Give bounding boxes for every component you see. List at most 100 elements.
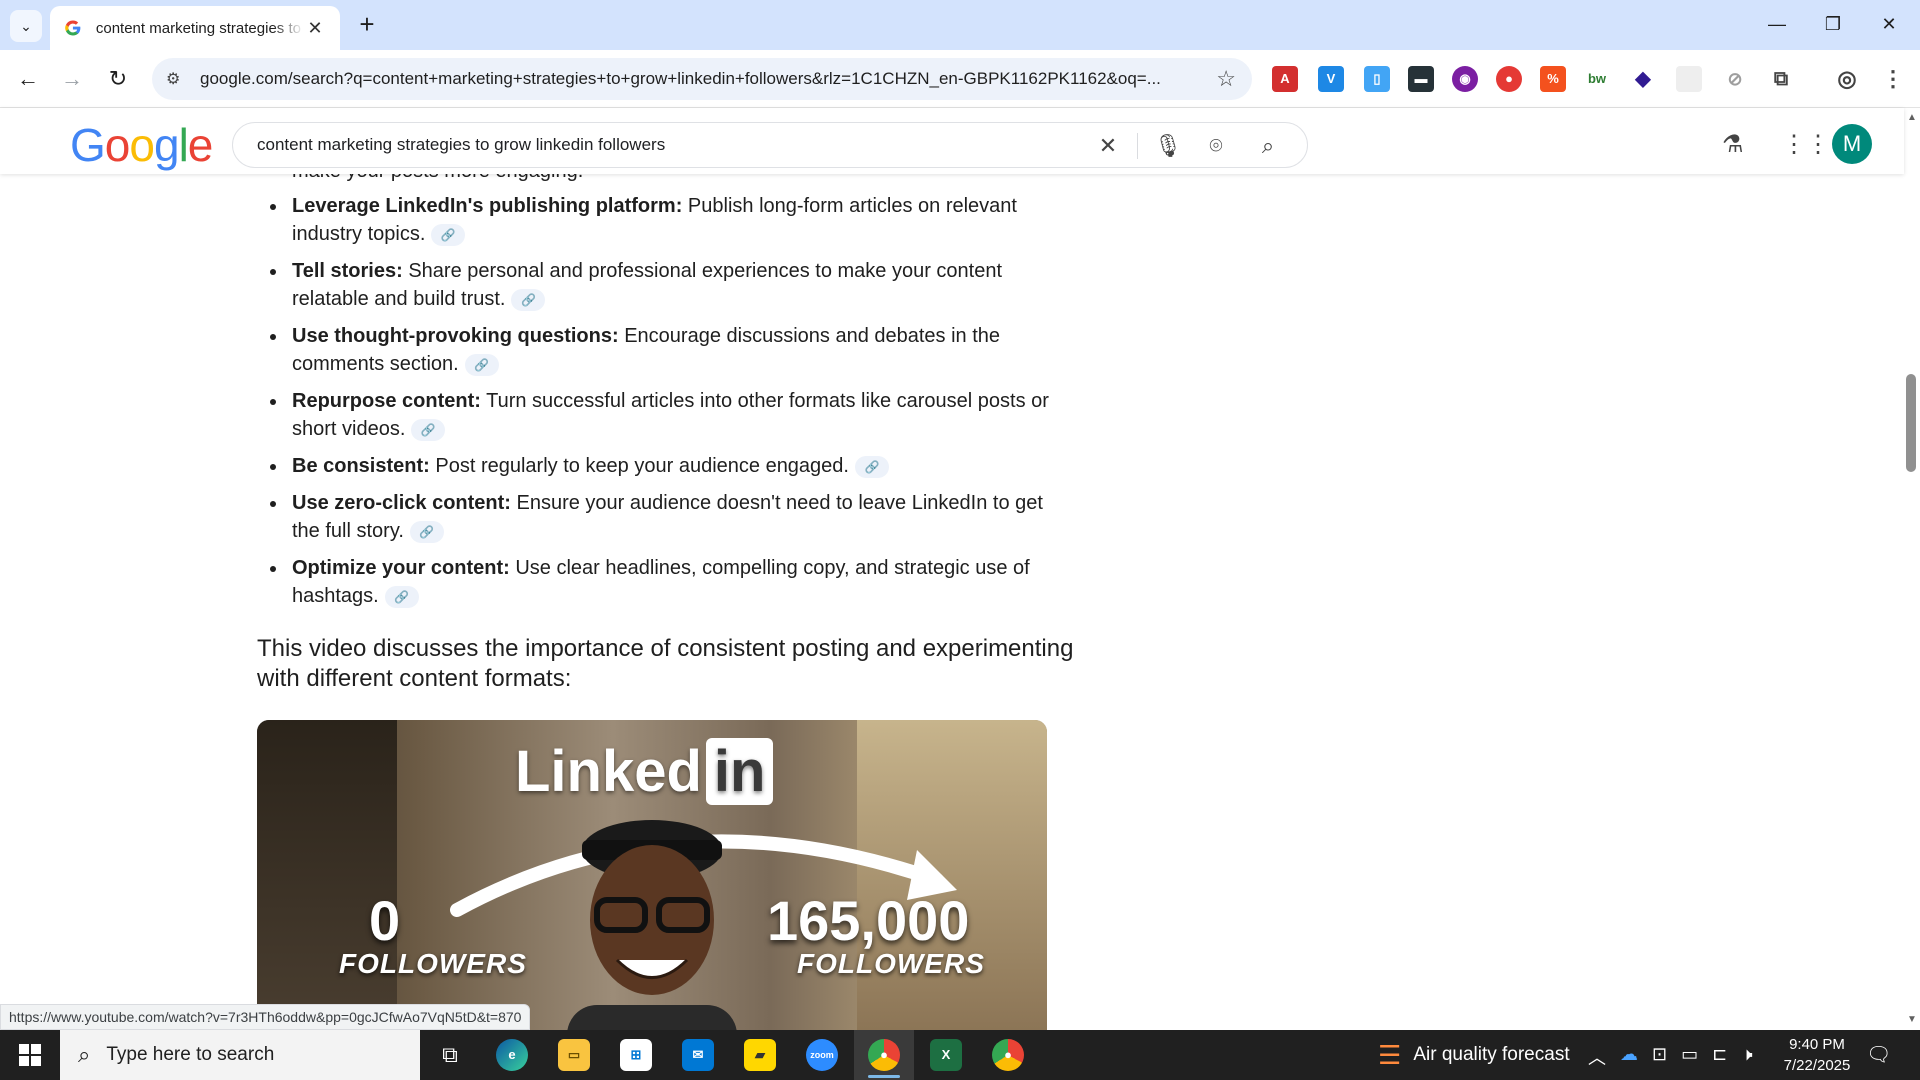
security-icon[interactable]: ⊡ [1652,1044,1667,1070]
taskbar-chrome-active[interactable]: ● [854,1030,914,1080]
labs-flask-icon[interactable]: ⚗ [1722,130,1744,159]
search-results-content: make your posts more engaging. Leverage … [0,174,1904,1030]
compass-extension-icon[interactable]: ⊘ [1722,66,1748,92]
battery-icon[interactable]: ▭ [1681,1044,1698,1070]
tab-close-icon[interactable]: ✕ [304,18,326,39]
left-followers-label: FOLLOWERS [339,948,527,979]
linkedin-logo: Linked in [515,738,774,805]
account-avatar[interactable]: M [1832,124,1872,164]
percent-extension-icon[interactable]: % [1540,66,1566,92]
folder-icon: ▭ [558,1039,590,1071]
bookmark-star-icon[interactable]: ☆ [1216,66,1236,92]
source-link-icon[interactable]: 🔗 [384,585,419,608]
search-input[interactable]: content marketing strategies to grow lin… [232,122,1308,168]
pokeball-extension-icon[interactable]: ● [1496,66,1522,92]
taskbar-zoom[interactable]: zoom [792,1030,852,1080]
link-status-bar: https://www.youtube.com/watch?v=7r3HTh6o… [0,1004,531,1030]
site-info-icon[interactable]: ⚙ [166,69,190,89]
scroll-up-arrow[interactable]: ▲ [1906,112,1918,123]
blank-extension-icon[interactable] [1676,66,1702,92]
chrome-icon: ● [992,1039,1024,1071]
profile-icon[interactable]: ◎ [1834,66,1860,92]
extensions-puzzle-icon[interactable]: ⧉ [1768,66,1794,92]
weather-widget[interactable]: ☰ Air quality forecast [1378,1030,1570,1080]
taskbar-mail[interactable]: ✉ [668,1030,728,1080]
scroll-down-arrow[interactable]: ▼ [1906,1014,1918,1025]
source-link-icon[interactable]: 🔗 [411,418,446,441]
pdf-extension-icon[interactable]: A [1272,66,1298,92]
browser-tab-bar: ⌄ content marketing strategies to grow l… [0,0,1920,50]
source-link-icon[interactable]: 🔗 [854,455,889,478]
strategy-list: Leverage LinkedIn's publishing platform:… [270,192,1050,619]
taskbar-edge[interactable]: e [482,1030,542,1080]
video-thumbnail[interactable]: Linked in 0 FOLLOWERS 165,000 FOLLOWERS [257,720,1047,1030]
source-link-icon[interactable]: 🔗 [409,520,444,543]
tab-search-button[interactable]: ⌄ [10,10,42,42]
shield-extension-icon[interactable]: V [1318,66,1344,92]
notification-center-icon[interactable]: 🗨 [1866,1042,1891,1067]
windows-taskbar: ⌕ Type here to search ⧉ e ▭ ⊞ ✉ ▰ zoom ●… [0,1030,1920,1080]
scrollbar-track[interactable] [1904,108,1920,1030]
show-hidden-icons-chevron-icon[interactable]: ︿ [1588,1044,1606,1070]
thumbnail-bg-left [257,720,397,1030]
taskbar-chrome-2[interactable]: ● [978,1030,1038,1080]
taskbar-file-explorer[interactable]: ▭ [544,1030,604,1080]
search-icon[interactable]: ⌕ [1253,131,1283,161]
new-tab-button[interactable]: + [352,10,382,40]
forward-button[interactable]: → [56,63,88,95]
onedrive-cloud-icon[interactable]: ☁ [1620,1044,1638,1070]
list-item: Tell stories: Share personal and profess… [270,257,1050,313]
reload-button[interactable]: ↻ [102,63,134,95]
list-item: Use zero-click content: Ensure your audi… [270,489,1050,545]
chrome-icon: ● [868,1039,900,1071]
taskbar-excel[interactable]: X [916,1030,976,1080]
scrollbar-thumb[interactable] [1906,374,1916,472]
taskbar-sticky-notes[interactable]: ▰ [730,1030,790,1080]
google-favicon-icon [65,20,81,36]
source-link-icon[interactable]: 🔗 [431,223,466,246]
active-tab[interactable]: content marketing strategies to grow lin… [50,6,340,50]
right-follower-count: 165,000 [767,889,970,952]
excel-icon: X [930,1039,962,1071]
network-icon[interactable]: ⊏ [1712,1044,1727,1070]
video-heading: This video discusses the importance of c… [257,635,1074,692]
start-button[interactable] [0,1030,60,1080]
restore-button[interactable]: ❐ [1810,8,1856,40]
search-icon: ⌕ [78,1042,91,1067]
back-button[interactable]: ← [12,63,44,95]
lens-camera-icon[interactable]: ⌾ [1201,131,1231,161]
url-text: google.com/search?q=content+marketing+st… [200,69,1161,88]
clipped-text-line: make your posts more engaging. [292,174,583,183]
volume-muted-icon[interactable]: 🕨 [1741,1044,1752,1070]
task-view-icon: ⧉ [442,1042,458,1067]
menu-kebab-icon[interactable]: ⋮ [1880,66,1906,92]
color-picker-extension-icon[interactable]: ◉ [1452,66,1478,92]
air-quality-icon: ☰ [1378,1039,1402,1070]
diamond-extension-icon[interactable]: ◆ [1630,66,1656,92]
tab-title: content marketing strategies to grow lin… [95,19,304,37]
docs-extension-icon[interactable]: ▯ [1364,66,1390,92]
zoom-icon: zoom [806,1039,838,1071]
taskbar-store[interactable]: ⊞ [606,1030,666,1080]
minimize-button[interactable]: — [1754,8,1800,40]
clapper-extension-icon[interactable]: ▬ [1408,66,1434,92]
clear-search-icon[interactable]: ✕ [1093,131,1123,161]
left-follower-count: 0 [369,889,401,952]
taskbar-clock[interactable]: 9:40 PM 7/22/2025 [1770,1034,1864,1076]
windows-logo-icon [19,1044,41,1066]
microphone-icon[interactable]: 🎙 [1153,131,1183,161]
source-link-icon[interactable]: 🔗 [464,353,499,376]
address-bar[interactable]: ⚙ google.com/search?q=content+marketing+… [152,58,1252,100]
list-item: Leverage LinkedIn's publishing platform:… [270,192,1050,248]
task-view-button[interactable]: ⧉ [420,1030,480,1080]
list-item: Use thought-provoking questions: Encoura… [270,322,1050,378]
bw-extension-icon[interactable]: bw [1584,66,1610,92]
google-logo[interactable]: Google [70,118,213,172]
taskbar-search-box[interactable]: ⌕ Type here to search [60,1030,420,1080]
clock-time: 9:40 PM [1789,1036,1845,1053]
source-link-icon[interactable]: 🔗 [511,288,546,311]
google-apps-icon[interactable]: ⋮⋮ [1782,130,1830,159]
weather-text: Air quality forecast [1413,1044,1570,1065]
clock-date: 7/22/2025 [1783,1057,1851,1074]
close-window-button[interactable]: ✕ [1866,8,1912,40]
